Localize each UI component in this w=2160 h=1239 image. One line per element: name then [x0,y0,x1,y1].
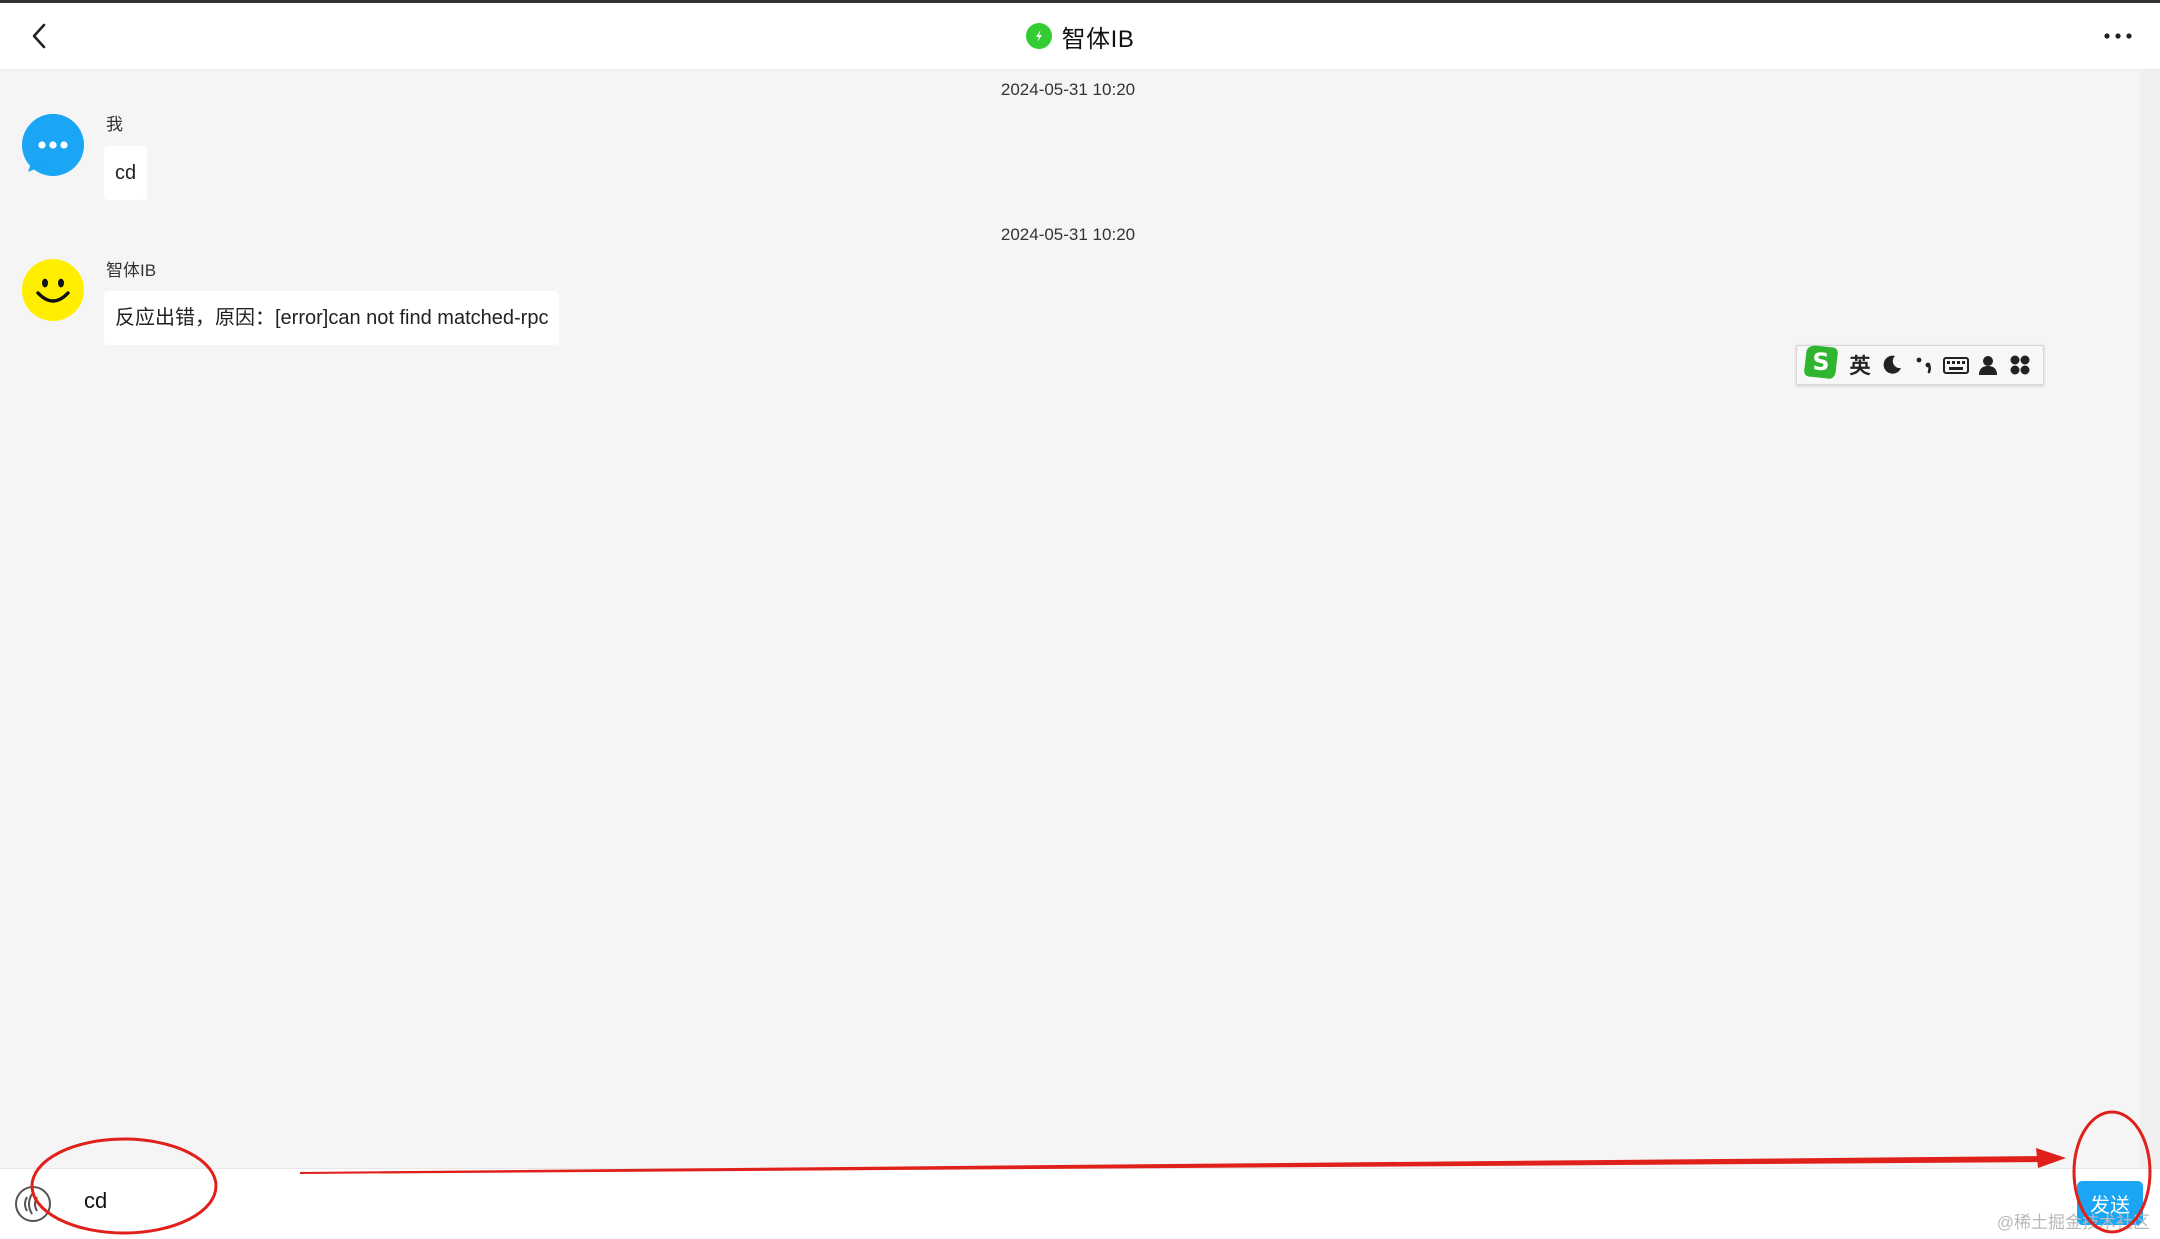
moon-icon[interactable] [1879,352,1905,378]
punctuation-icon[interactable] [1911,352,1937,378]
message-bubble: cd [104,146,148,200]
chat-header: 智体IB [0,3,2160,70]
smiley-icon [23,260,83,320]
message-sender: 我 [106,115,123,134]
scrollbar-track[interactable] [2140,70,2160,1168]
ime-toolbar[interactable]: S 英 [1796,345,2044,385]
chat-title-area: 智体IB [0,3,2160,69]
chat-page: 智体IB 2024-05-31 10:20 我 cd 2024-05-31 10… [0,0,2160,1239]
message-bubble: 反应出错，原因：[error]can not find matched-rpc [104,291,560,345]
more-options-button[interactable] [2098,19,2138,53]
chat-title: 智体IB [1061,25,1135,53]
message-sender: 智体IB [106,261,157,280]
user-icon[interactable] [1975,352,2001,378]
ime-mode-toggle[interactable]: 英 [1847,352,1873,378]
annotation-overlay [30,1110,2152,1235]
message-timestamp: 2024-05-31 10:20 [1000,80,1136,99]
ime-logo-icon[interactable]: S [1801,342,1841,382]
message-timestamp: 2024-05-31 10:20 [1000,225,1136,244]
ime-logo-letter: S [1812,348,1829,376]
watermark-text: @稀土掘金技术社区 [1996,1213,2150,1232]
more-dots-icon [2104,33,2132,39]
voice-input-button[interactable] [14,1185,52,1223]
chat-bubble-icon [23,114,83,174]
grid-icon[interactable] [2007,352,2033,378]
voice-icon [15,1186,51,1222]
message-input[interactable] [74,1175,2054,1227]
annotation-arrowhead [2036,1148,2066,1168]
user-avatar[interactable] [22,114,84,176]
online-status-icon [1025,23,1052,49]
bot-avatar[interactable] [22,259,84,321]
keyboard-icon[interactable] [1943,352,1969,378]
message-composer: 发送 [0,1168,2160,1239]
